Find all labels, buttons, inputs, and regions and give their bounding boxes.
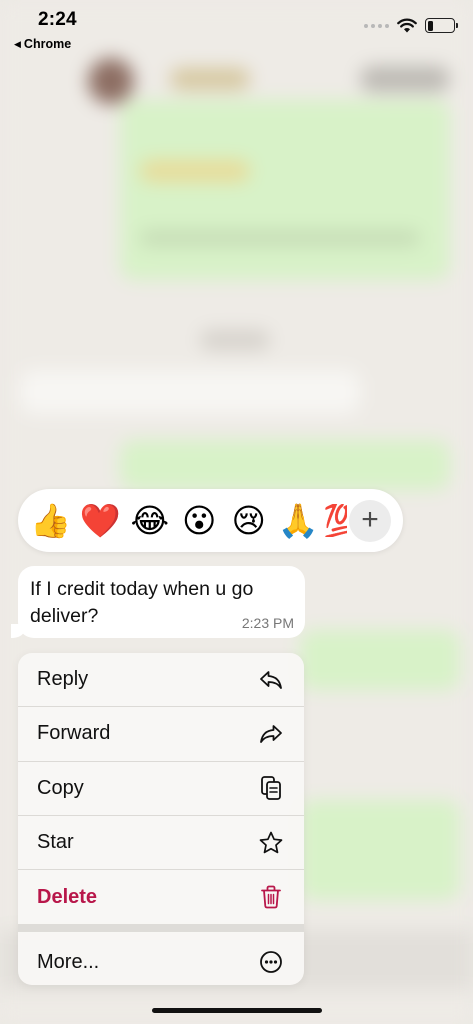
- message-bubble[interactable]: If I credit today when u go deliver? 2:2…: [11, 566, 305, 638]
- reply-icon: [260, 670, 282, 689]
- message-text: If I credit today when u go deliver?: [30, 578, 254, 627]
- reaction-picker: 👍 ❤️ 😂 😮 😢 🙏 💯 +: [18, 489, 403, 552]
- home-indicator[interactable]: [152, 1008, 322, 1013]
- forward-icon: [260, 725, 282, 743]
- star-icon: [259, 831, 283, 853]
- back-arrow-icon: ◀: [14, 38, 21, 49]
- reaction-praying-hands[interactable]: 🙏: [274, 504, 324, 537]
- wifi-icon: [397, 18, 417, 33]
- back-to-app-link[interactable]: ◀ Chrome: [14, 37, 71, 51]
- reaction-heart[interactable]: ❤️: [76, 504, 126, 537]
- reaction-thumbs-up[interactable]: 👍: [26, 504, 76, 537]
- menu-item-label: More...: [37, 950, 100, 973]
- menu-item-star[interactable]: Star: [18, 816, 304, 871]
- menu-item-label: Star: [37, 831, 74, 854]
- reaction-crying[interactable]: 😢: [224, 504, 274, 537]
- add-reaction-button[interactable]: +: [349, 500, 391, 542]
- menu-item-label: Delete: [37, 885, 98, 908]
- menu-item-more[interactable]: More...: [18, 932, 304, 985]
- trash-icon: [261, 885, 281, 909]
- menu-item-copy[interactable]: Copy: [18, 762, 304, 816]
- menu-separator: [18, 924, 304, 933]
- menu-item-label: Copy: [37, 776, 84, 799]
- menu-item-forward[interactable]: Forward: [18, 707, 304, 762]
- reaction-surprised[interactable]: 😮: [175, 504, 225, 537]
- message-context-menu: Reply Forward Copy Star Delete More...: [18, 653, 304, 985]
- status-time: 2:24: [38, 9, 77, 30]
- menu-item-delete[interactable]: Delete: [18, 870, 304, 924]
- menu-item-label: Forward: [37, 722, 111, 745]
- back-app-label: Chrome: [23, 37, 72, 51]
- signal-icon: [364, 23, 389, 28]
- copy-icon: [261, 776, 281, 801]
- more-icon: [260, 951, 282, 974]
- battery-icon: [425, 18, 458, 33]
- reaction-tears-of-joy[interactable]: 😂: [125, 504, 175, 537]
- menu-item-label: Reply: [37, 668, 89, 691]
- status-indicators: [364, 18, 458, 33]
- reaction-hundred[interactable]: 💯: [323, 504, 347, 537]
- menu-item-reply[interactable]: Reply: [18, 653, 304, 708]
